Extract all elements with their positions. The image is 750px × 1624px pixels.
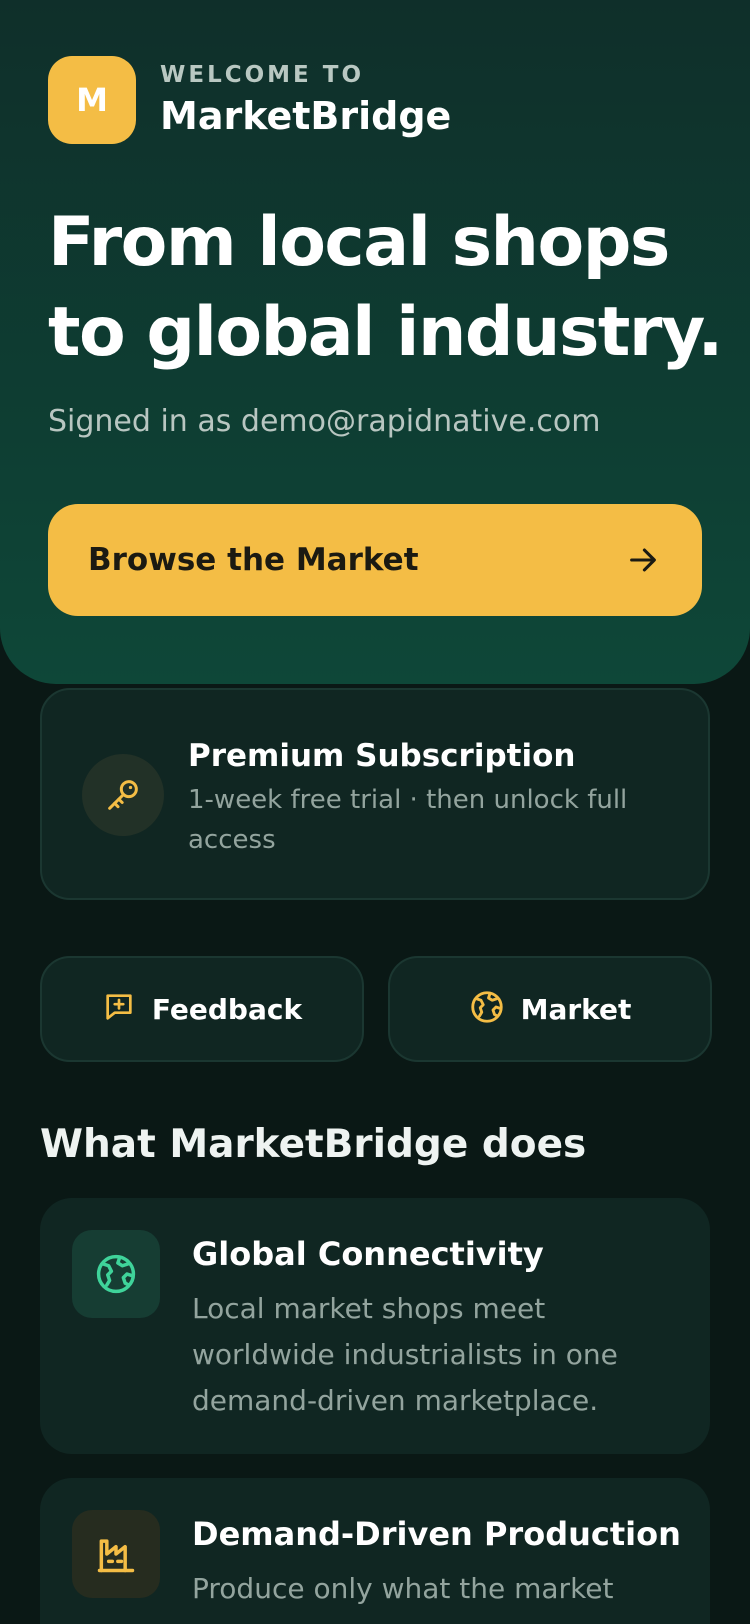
feature-card: Global Connectivity Local market shops m… xyxy=(40,1198,710,1454)
feature-card: Demand-Driven Production Produce only wh… xyxy=(40,1478,710,1624)
signed-in-text: Signed in as demo@rapidnative.com xyxy=(48,404,601,439)
app-logo: M xyxy=(48,56,136,144)
market-label: Market xyxy=(520,992,632,1026)
brand-name: MarketBridge xyxy=(160,94,452,138)
brand-header: M WELCOME TO MarketBridge xyxy=(48,56,451,144)
headline-line-1: From local shops xyxy=(48,203,670,282)
home-screen: M WELCOME TO MarketBridge From local sho… xyxy=(0,0,750,1624)
feature-description: Local market shops meet worldwide indust… xyxy=(192,1292,618,1417)
feedback-button[interactable]: Feedback xyxy=(40,956,364,1062)
key-icon xyxy=(82,754,164,836)
feature-title: Demand-Driven Production xyxy=(192,1515,681,1553)
hero-headline: From local shops to global industry. xyxy=(48,198,728,378)
hero-section: M WELCOME TO MarketBridge From local sho… xyxy=(0,0,750,684)
welcome-label: WELCOME TO xyxy=(160,62,365,88)
section-title: What MarketBridge does xyxy=(40,1122,587,1167)
premium-subscription-card[interactable]: Premium Subscription 1-week free trial ·… xyxy=(40,688,710,900)
market-button[interactable]: Market xyxy=(388,956,712,1062)
feature-description: Produce only what the market xyxy=(192,1572,614,1605)
premium-subtitle: 1-week free trial · then unlock full acc… xyxy=(188,785,628,855)
browse-market-button[interactable]: Browse the Market xyxy=(48,504,702,616)
browse-market-label: Browse the Market xyxy=(88,542,419,578)
globe-icon xyxy=(469,989,505,1029)
premium-title: Premium Subscription xyxy=(188,738,576,774)
globe-icon xyxy=(72,1230,160,1318)
arrow-right-icon xyxy=(626,543,660,577)
brand-text: WELCOME TO MarketBridge xyxy=(160,60,451,140)
headline-line-2: to global industry. xyxy=(48,293,723,372)
feedback-label: Feedback xyxy=(151,992,303,1026)
message-plus-icon xyxy=(102,990,136,1028)
feature-title: Global Connectivity xyxy=(192,1235,544,1273)
factory-icon xyxy=(72,1510,160,1598)
